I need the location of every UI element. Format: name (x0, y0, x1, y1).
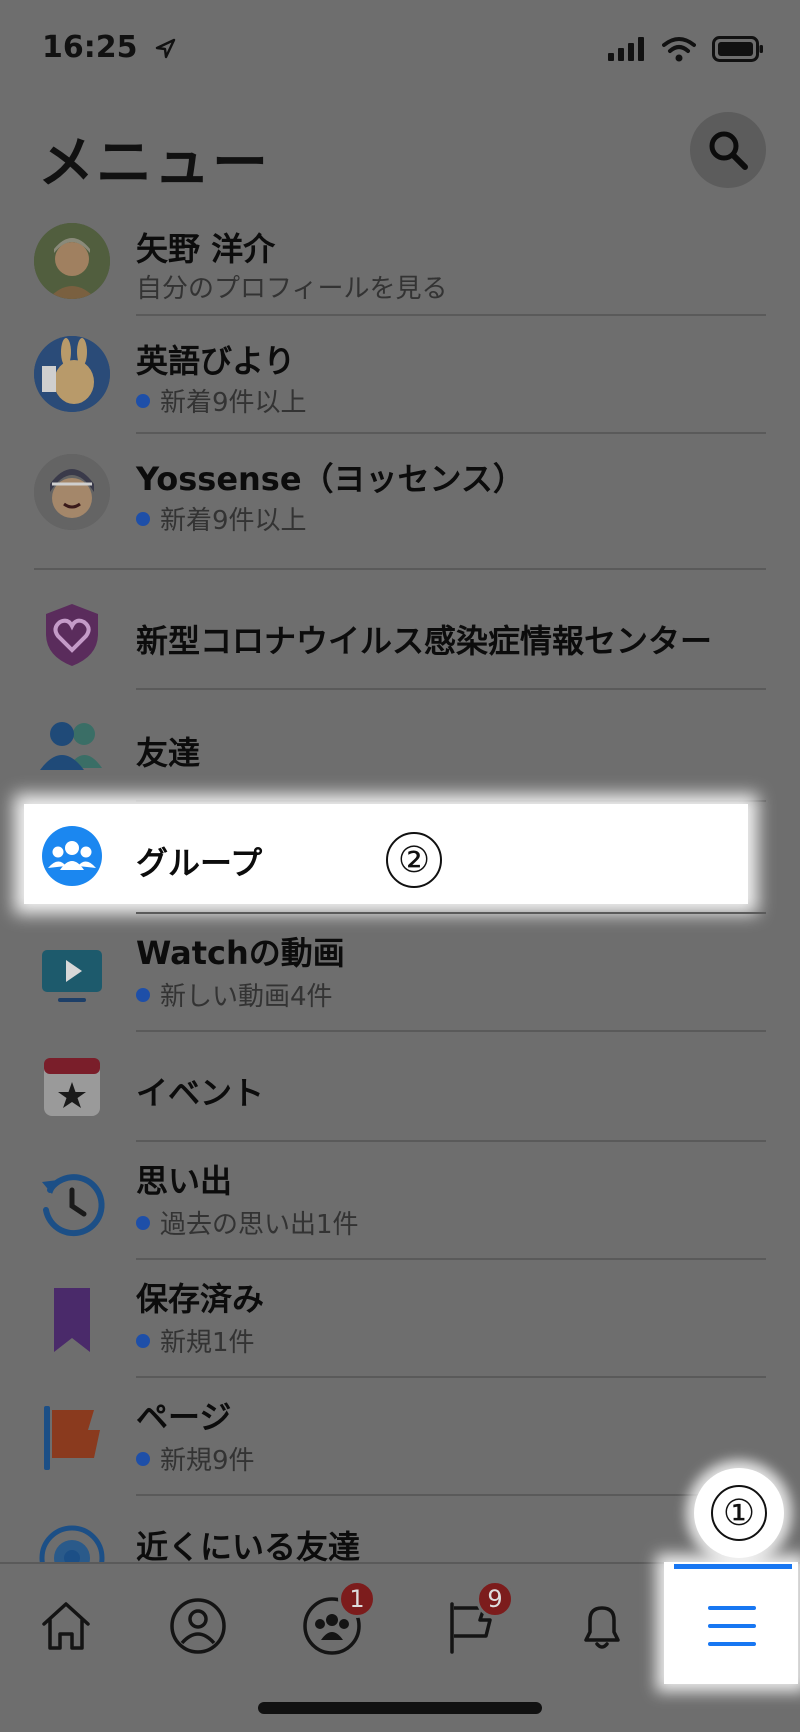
avatar (34, 336, 110, 412)
menu-item-subtitle-text: 新しい動画4件 (160, 982, 333, 1012)
home-indicator (258, 1702, 542, 1714)
step-1-marker: ① (694, 1468, 784, 1558)
active-tab-indicator (674, 1564, 792, 1569)
menu-item-subtitle-text: 過去の思い出1件 (160, 1210, 359, 1240)
groups-icon (38, 822, 106, 890)
profile-name: Yossense（ヨッセンス） (136, 460, 525, 498)
divider (136, 432, 766, 434)
wifi-icon (662, 37, 696, 62)
profile-subtitle: 新着9件以上 (136, 382, 307, 419)
avatar-photo (34, 223, 110, 299)
profile-icon (170, 1598, 226, 1654)
tab-pages[interactable]: 9 (430, 1580, 514, 1666)
menu-item-watch[interactable]: Watchの動画 新しい動画4件 (0, 914, 800, 1032)
profile-subtitle-text: 自分のプロフィールを見る (136, 274, 448, 304)
bell-icon (584, 1606, 620, 1649)
cellular-signal-icon (608, 37, 644, 61)
menu-item-title: 友達 (136, 734, 201, 772)
watch-video-icon (38, 942, 106, 1010)
profile-row-page-yossense[interactable]: Yossense（ヨッセンス） 新着9件以上 (0, 454, 800, 552)
step-1-label: ① (711, 1485, 767, 1541)
friends-icon (38, 712, 106, 780)
unread-dot (136, 1333, 150, 1348)
notification-badge: 1 (338, 1580, 376, 1618)
menu-item-title: 思い出 (136, 1162, 233, 1200)
search-icon (709, 131, 748, 170)
profile-row-self[interactable]: 矢野 洋介 自分のプロフィールを見る (0, 218, 800, 316)
avatar-rabbit-illustration (34, 336, 110, 412)
notification-badge: 9 (476, 1580, 514, 1618)
unread-dot (136, 987, 150, 1002)
profile-subtitle: 自分のプロフィールを見る (136, 268, 447, 305)
menu-item-title: ページ (136, 1398, 232, 1436)
menu-item-title: イベント (136, 1074, 265, 1112)
saved-bookmark-icon (38, 1286, 106, 1354)
menu-item-covid-info-center[interactable]: 新型コロナウイルス感染症情報センター (0, 580, 800, 690)
tab-profile[interactable] (158, 1586, 238, 1666)
profile-subtitle-text: 新着9件以上 (160, 506, 307, 536)
menu-item-title: 近くにいる友達 (136, 1528, 361, 1562)
status-bar: 16:25 (0, 0, 800, 100)
section-divider (34, 568, 766, 570)
profile-row-page-eigobiyori[interactable]: 英語びより 新着9件以上 (0, 336, 800, 434)
unread-dot (136, 393, 150, 408)
menu-item-title: 保存済み (136, 1280, 265, 1318)
search-button[interactable] (690, 112, 766, 188)
profile-name: 矢野 洋介 (136, 230, 276, 268)
divider (136, 314, 766, 316)
unread-dot (136, 1451, 150, 1466)
avatar-cartoon-illustration (34, 454, 110, 530)
profile-name: 英語びより (136, 342, 296, 380)
menu-item-pages[interactable]: ページ 新規9件 (0, 1378, 800, 1496)
avatar (34, 223, 110, 299)
page-title: メニュー (38, 131, 270, 196)
step-2-marker: ② (386, 832, 442, 888)
profile-subtitle-text: 新着9件以上 (160, 388, 307, 418)
menu-item-saved[interactable]: 保存済み 新規1件 (0, 1260, 800, 1378)
unread-dot (136, 1215, 150, 1230)
menu-item-title: 新型コロナウイルス感染症情報センター (136, 622, 713, 660)
menu-item-subtitle: 過去の思い出1件 (136, 1204, 359, 1241)
menu-item-title: グループ (136, 844, 263, 882)
location-arrow-icon (155, 38, 176, 58)
menu-item-memories[interactable]: 思い出 過去の思い出1件 (0, 1142, 800, 1260)
menu-icon (708, 1606, 756, 1646)
menu-item-title: Watchの動画 (136, 934, 345, 972)
status-indicators (608, 36, 764, 62)
memories-clock-icon (38, 1170, 106, 1238)
covid-shield-icon (38, 600, 106, 668)
menu-item-subtitle-text: 新規1件 (160, 1328, 255, 1358)
tab-menu[interactable] (692, 1586, 772, 1666)
menu-item-subtitle: 新しい動画4件 (136, 976, 333, 1013)
menu-item-nearby-friends[interactable]: 近くにいる友達 (0, 1496, 800, 1562)
tab-notifications[interactable] (562, 1586, 642, 1666)
nearby-friends-icon (38, 1524, 106, 1562)
menu-item-friends[interactable]: 友達 (0, 690, 800, 802)
pages-flag-icon (38, 1404, 106, 1472)
menu-item-events[interactable]: イベント (0, 1032, 800, 1142)
status-time: 16:25 (42, 30, 176, 65)
battery-icon (712, 36, 763, 62)
menu-item-subtitle-text: 新規9件 (160, 1446, 255, 1476)
unread-dot (136, 511, 150, 526)
profile-subtitle: 新着9件以上 (136, 500, 307, 537)
tab-home[interactable] (26, 1586, 106, 1666)
menu-item-subtitle: 新規1件 (136, 1322, 255, 1359)
menu-item-subtitle: 新規9件 (136, 1440, 255, 1477)
tab-groups[interactable]: 1 (292, 1580, 376, 1666)
avatar (34, 454, 110, 530)
events-calendar-icon (38, 1052, 106, 1120)
home-icon (42, 1602, 90, 1650)
time-text: 16:25 (42, 30, 138, 65)
